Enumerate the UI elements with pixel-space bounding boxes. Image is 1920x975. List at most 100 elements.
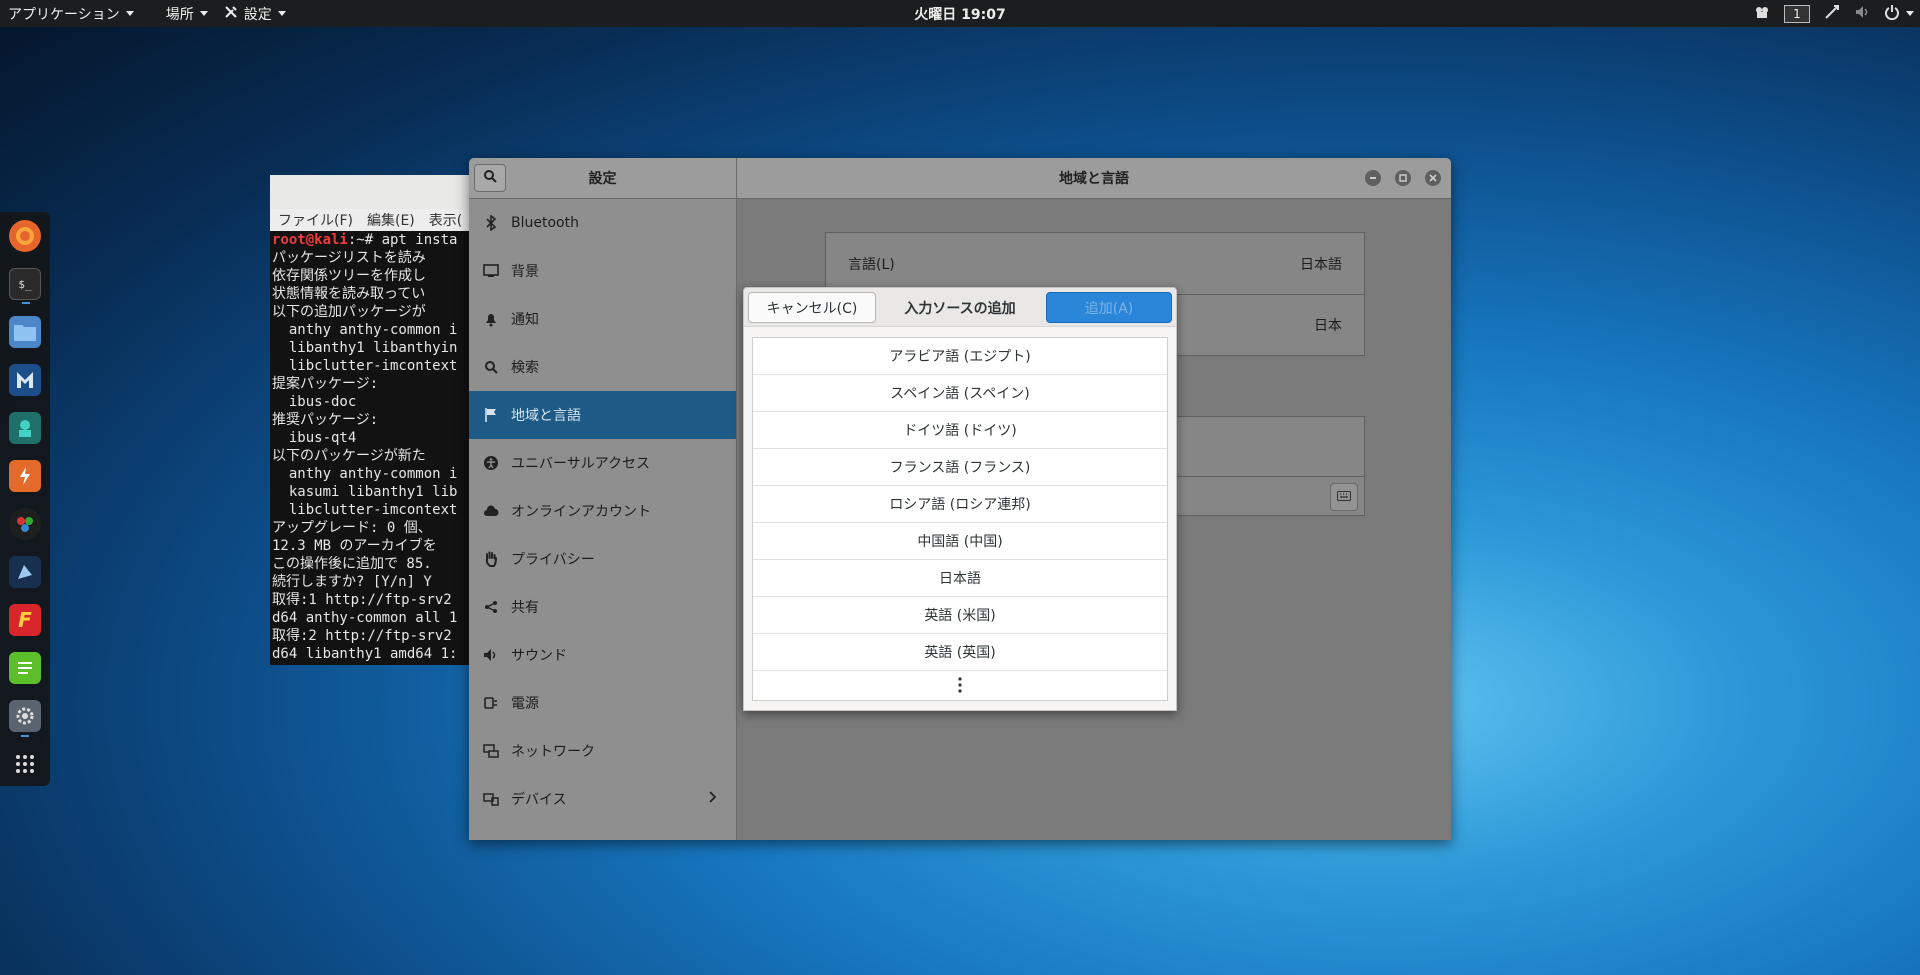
sidebar-item-label: ユニバーサルアクセス [511,456,651,472]
sidebar-item-label: Bluetooth [511,215,579,231]
burpsuite-icon[interactable] [9,460,41,492]
terminal-line: 12.3 MB のアーカイブを [272,538,437,554]
menu-file[interactable]: ファイル(F) [278,210,353,230]
network-icon[interactable] [1824,4,1840,24]
list-item[interactable]: 英語 (米国) [753,597,1167,634]
maltego-icon[interactable] [9,412,41,444]
tools-icon [224,5,238,23]
metasploit-icon[interactable] [9,364,41,396]
terminal-window[interactable]: ファイル(F) 編集(E) 表示( root@kali:~# apt insta… [270,175,470,665]
sidebar-item-notifications[interactable]: 通知 [469,295,736,343]
sidebar-item-label: 背景 [511,264,539,280]
chevron-down-icon[interactable] [1906,11,1914,16]
terminal-line: 提案パッケージ: [272,376,379,392]
prompt-user: root@kali [272,232,348,248]
sidebar-item-sound[interactable]: サウンド [469,631,736,679]
sidebar-headerbar: 設定 [469,158,737,199]
list-item[interactable]: スペイン語 (スペイン) [753,375,1167,412]
beef-icon[interactable] [9,556,41,588]
terminal-line: アップグレード: 0 個、 [272,520,432,536]
terminal-line: 以下の追加パッケージが [272,304,426,320]
power-icon[interactable] [1884,4,1900,24]
cancel-button[interactable]: キャンセル(C) [748,292,876,323]
list-item[interactable]: 中国語 (中国) [753,523,1167,560]
sidebar-item-label: 通知 [511,312,539,328]
clock[interactable]: 火曜日 19:07 [914,0,1005,27]
notes-icon[interactable] [9,652,41,684]
terminal-icon[interactable]: $_ [9,268,41,304]
search-button[interactable] [474,164,506,192]
menu-edit[interactable]: 編集(E) [367,210,415,230]
maximize-icon [1399,170,1407,186]
menu-view[interactable]: 表示( [429,210,462,230]
sidebar-item-search[interactable]: 検索 [469,343,736,391]
list-item[interactable]: フランス語 (フランス) [753,449,1167,486]
settings-app-icon[interactable] [9,700,41,737]
show-apps-icon[interactable] [9,748,41,780]
sidebar-item-label: 検索 [511,360,539,376]
share-icon [483,599,499,615]
terminal-output[interactable]: root@kali:~# apt insta パッケージリストを読み 依存関係ツリ… [270,231,470,663]
video-camera-icon[interactable] [1754,4,1770,24]
sidebar-item-bluetooth[interactable]: Bluetooth [469,199,736,247]
add-input-source-dialog: 入力ソースの追加 キャンセル(C) 追加(A) アラビア語 (エジプト) スペイ… [743,287,1177,711]
terminal-line: d64 anthy-common all 1 [272,610,458,626]
more-languages-button[interactable] [753,671,1167,702]
chevron-down-icon [125,11,134,16]
list-item[interactable]: ドイツ語 (ドイツ) [753,412,1167,449]
keyboard-layout-button[interactable] [1330,483,1358,511]
armitage-icon[interactable] [9,508,41,540]
search-icon [483,169,497,187]
terminal-lines: パッケージリストを読み 依存関係ツリーを作成し 状態情報を読み取ってい 以下の追加パッ… [272,249,470,663]
list-item[interactable]: 英語 (英国) [753,634,1167,671]
sidebar-item-devices[interactable]: デバイス [469,775,736,823]
keyboard-icon [1337,489,1351,505]
files-icon[interactable] [9,316,41,348]
chevron-right-icon [708,791,717,807]
terminal-line: 推奨パッケージ: [272,412,379,428]
firefox-icon[interactable] [9,220,41,252]
list-item[interactable]: ロシア語 (ロシア連邦) [753,486,1167,523]
sidebar-item-privacy[interactable]: プライバシー [469,535,736,583]
sidebar-item-power[interactable]: 電源 [469,679,736,727]
list-item[interactable]: 日本語 [753,560,1167,597]
minimize-icon [1369,170,1377,186]
terminal-line: libclutter-imcontext [272,358,458,374]
running-indicator [21,735,29,737]
sidebar-item-universal-access[interactable]: ユニバーサルアクセス [469,439,736,487]
places-menu[interactable]: 場所 [158,0,216,27]
power-plug-icon [483,695,499,711]
terminal-line: libanthy1 libanthyin [272,340,458,356]
more-vertical-icon [958,676,962,697]
minimize-button[interactable] [1365,170,1381,186]
sidebar-item-sharing[interactable]: 共有 [469,583,736,631]
sidebar-item-background[interactable]: 背景 [469,247,736,295]
sidebar-item-online-accounts[interactable]: オンラインアカウント [469,487,736,535]
sidebar-item-network[interactable]: ネットワーク [469,727,736,775]
sidebar-item-label: プライバシー [511,552,595,568]
sidebar-item-label: 電源 [511,696,539,712]
language-row[interactable]: 言語(L) 日本語 [826,233,1364,294]
workspace-indicator[interactable]: 1 [1784,4,1810,23]
sidebar-title: 設定 [588,171,617,187]
sidebar-item-region-language[interactable]: 地域と言語 [469,391,736,439]
settings-app-menu[interactable]: 設定 [216,0,294,27]
top-bar: アプリケーション 場所 設定 火曜日 19:07 1 [0,0,1920,27]
terminal-line: この操作後に追加で 85. [272,556,432,572]
hand-icon [483,551,499,567]
close-button[interactable] [1425,170,1441,186]
maximize-button[interactable] [1395,170,1411,186]
terminal-titlebar[interactable] [270,175,470,209]
language-label: 言語(L) [848,256,895,273]
sidebar-item-label: ネットワーク [511,744,595,760]
background-icon [483,263,499,279]
list-item[interactable]: アラビア語 (エジプト) [753,338,1167,375]
add-button[interactable]: 追加(A) [1046,292,1172,323]
cloud-icon [483,503,499,519]
prompt-command: :~# apt insta [347,232,458,248]
volume-muted-icon[interactable] [1854,4,1870,24]
applications-menu[interactable]: アプリケーション [0,0,142,27]
terminal-line: 続行しますか? [Y/n] Y [272,574,432,590]
terminal-line: 状態情報を読み取ってい [272,286,426,302]
faraday-icon[interactable]: F [9,604,41,636]
